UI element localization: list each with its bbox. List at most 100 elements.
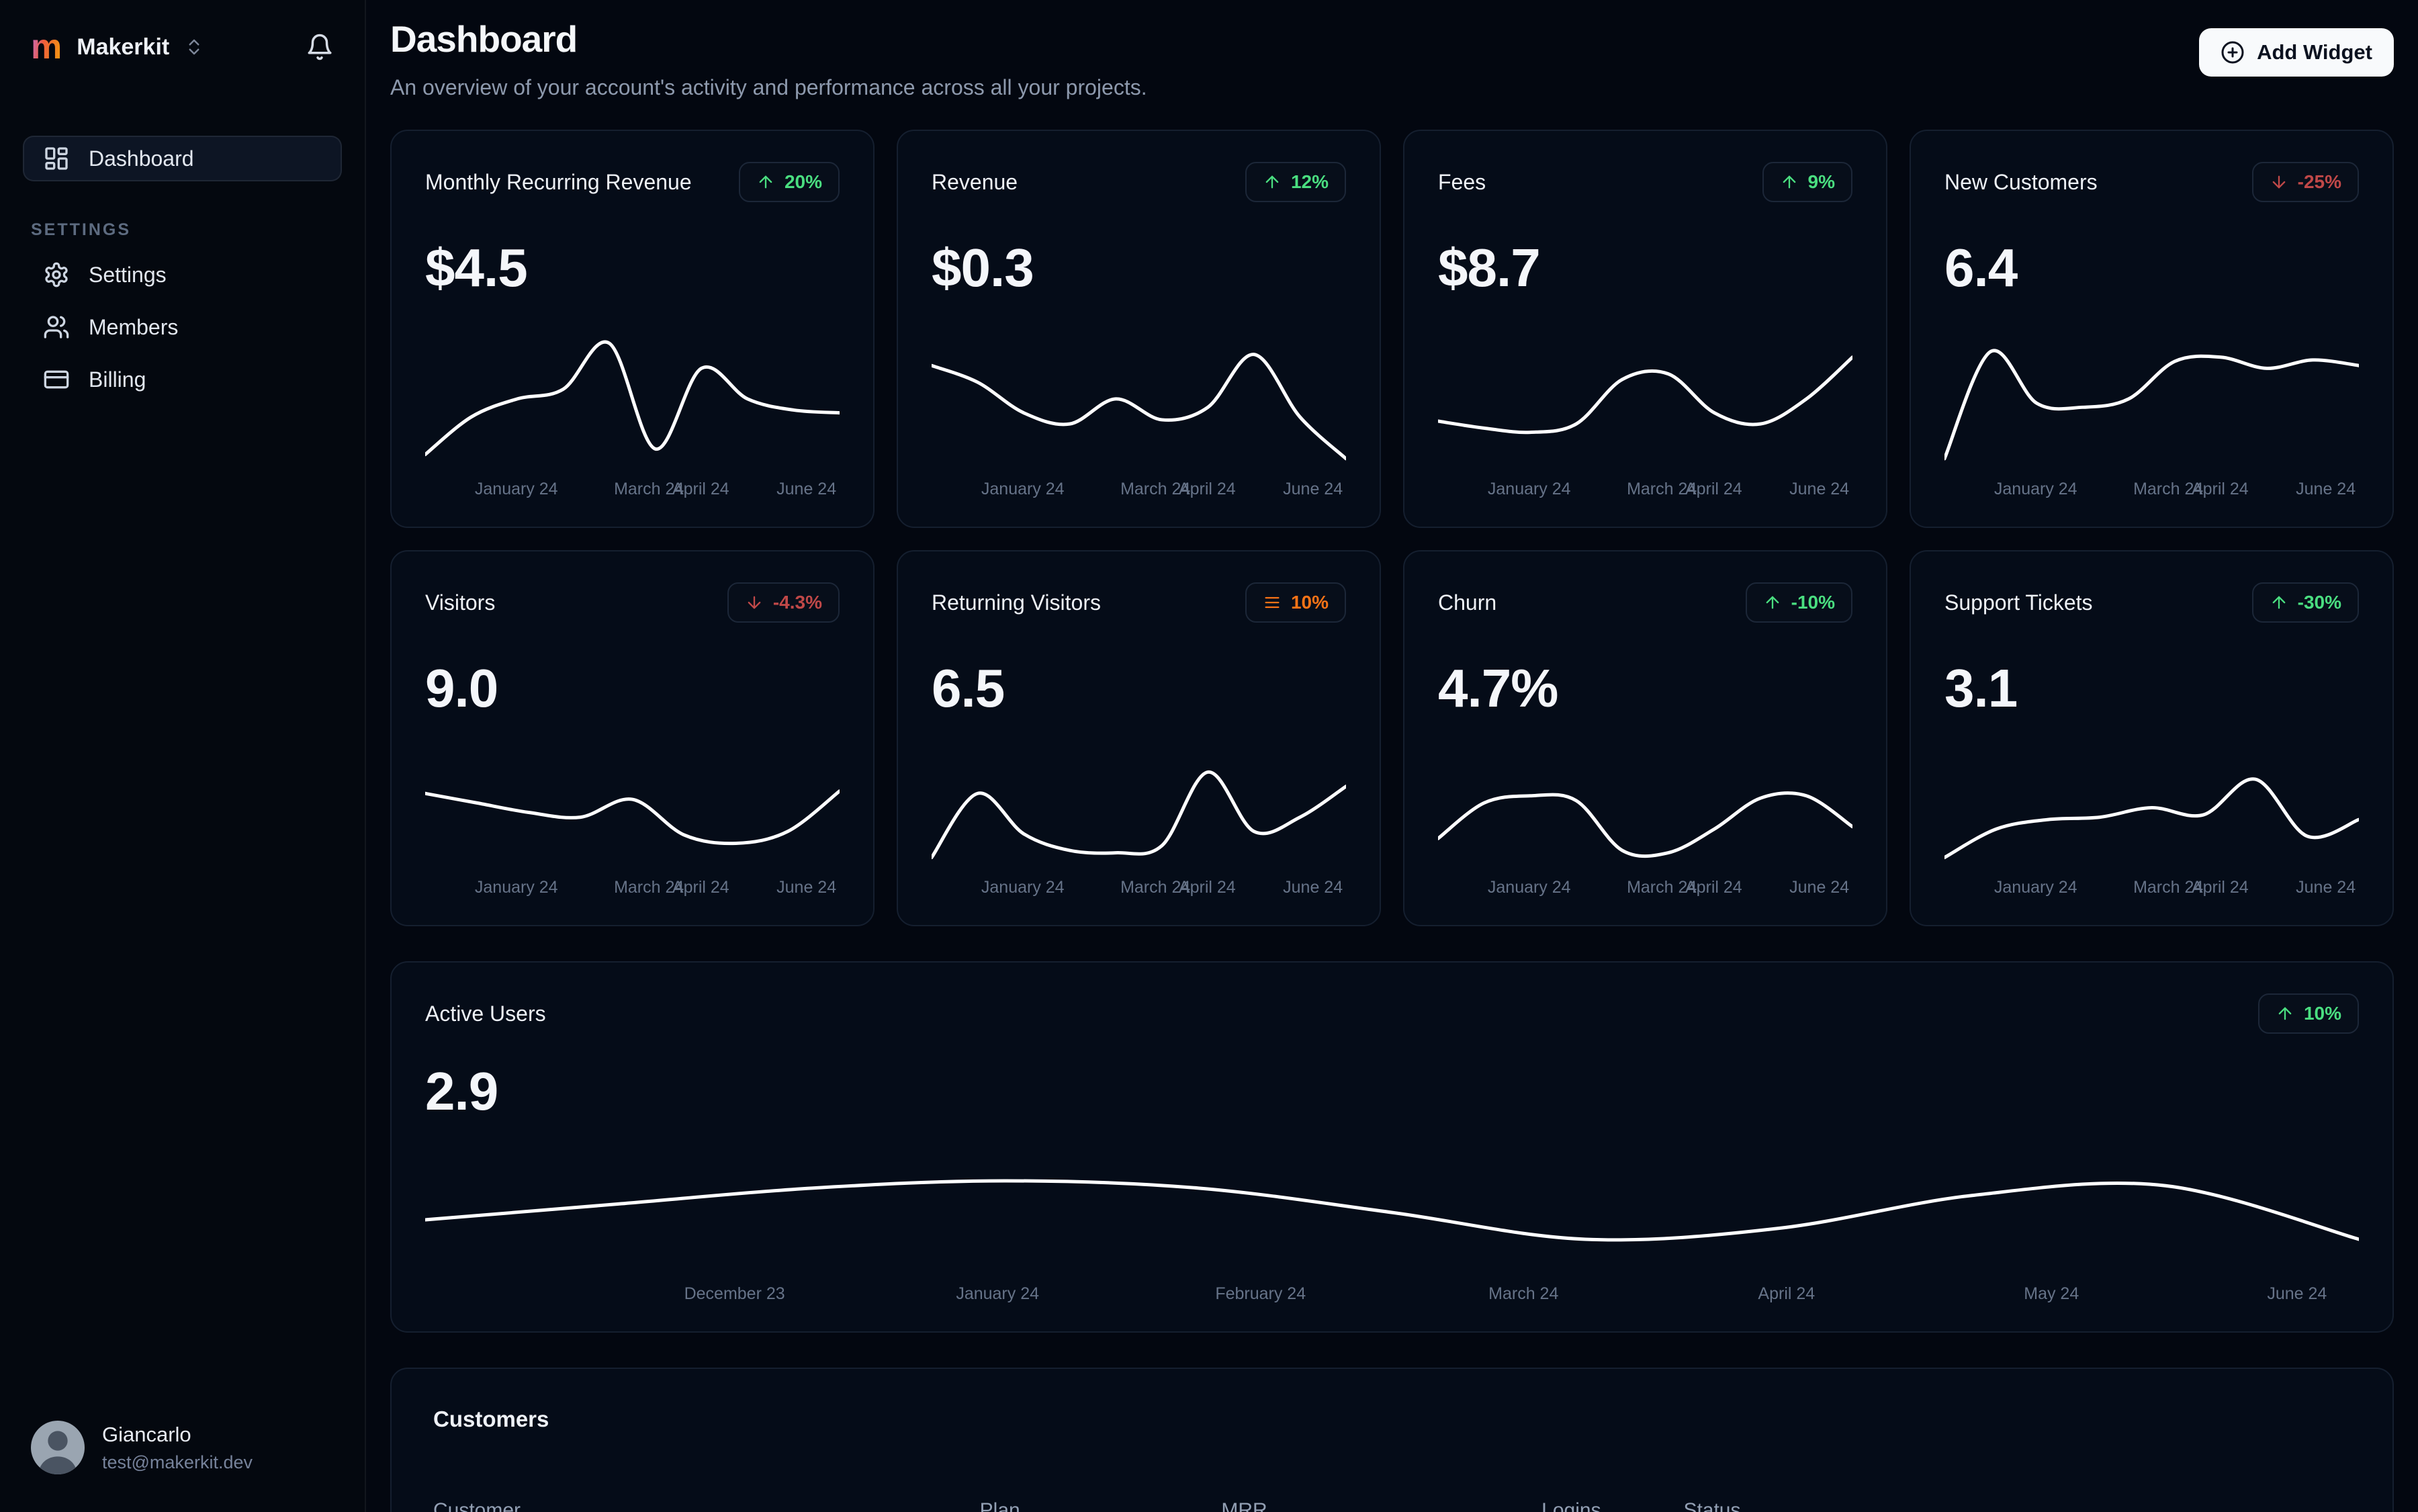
trend-badge: -25% (2251, 162, 2359, 202)
trend-value: 10% (1290, 592, 1329, 613)
workspace-name: Makerkit (77, 34, 170, 60)
x-axis-labels: January 24 March 24 April 24 June 24 (932, 480, 1346, 509)
primary-nav: Dashboard (23, 136, 342, 181)
trend-value: -25% (2297, 171, 2341, 192)
sidebar-item-dashboard[interactable]: Dashboard (23, 136, 342, 181)
x-axis-labels: January 24 March 24 April 24 June 24 (425, 480, 840, 509)
sidebar-item-label: Members (89, 314, 179, 339)
trend-value: 20% (784, 171, 822, 192)
x-tick-label: June 24 (776, 480, 837, 498)
x-tick-label: April 24 (1685, 878, 1742, 897)
bars-icon (1263, 593, 1282, 612)
workspace-selector[interactable]: m Makerkit (31, 30, 204, 64)
x-tick-label: June 24 (776, 878, 837, 897)
dashboard-icon (43, 145, 70, 172)
metric-value: 9.0 (425, 658, 498, 718)
metric-value: $8.7 (1438, 238, 1541, 298)
sidebar-item-label: Settings (89, 262, 167, 287)
trend-badge: 10% (2257, 993, 2359, 1034)
sparkline-chart: January 24 March 24 April 24 June 24 (1438, 740, 1852, 907)
chevrons-up-down-icon (184, 37, 204, 57)
sparkline-chart: January 24 March 24 April 24 June 24 (932, 740, 1346, 907)
credit-card-icon (43, 366, 70, 393)
widgets-grid: Monthly Recurring Revenue 20% $4.5 Janua… (390, 130, 2394, 926)
arrow-up-icon (1263, 173, 1282, 191)
add-widget-label: Add Widget (2257, 40, 2372, 64)
metric-card: Monthly Recurring Revenue 20% $4.5 Janua… (390, 130, 875, 528)
sidebar-item-label: Billing (89, 367, 146, 392)
metric-card: Support Tickets -30% 3.1 January 24 March… (1910, 550, 2394, 926)
active-users-panel: Active Users 10% 2.9 December 23 January … (390, 961, 2394, 1333)
users-icon (43, 314, 70, 341)
metric-title: Churn (1438, 590, 1497, 615)
metric-card: Revenue 12% $0.3 January 24 March 24 April… (897, 130, 1381, 528)
sidebar-item-members[interactable]: Members (23, 304, 342, 350)
metric-card: New Customers -25% 6.4 January 24 March 2… (1910, 130, 2394, 528)
x-tick-label: April 24 (1685, 480, 1742, 498)
column-header-plan: Plan (979, 1499, 1020, 1512)
metric-value: 2.9 (425, 1061, 498, 1121)
arrow-down-icon (2270, 173, 2288, 191)
trend-badge: 10% (1245, 582, 1346, 623)
user-name: Giancarlo (102, 1422, 191, 1446)
arrow-up-icon (1763, 593, 1782, 612)
metric-card: Visitors -4.3% 9.0 January 24 March 24 Apr… (390, 550, 875, 926)
x-axis-labels: January 24 March 24 April 24 June 24 (1944, 878, 2359, 907)
x-tick-label: June 24 (1283, 480, 1343, 498)
page-title: Dashboard (390, 18, 578, 60)
x-axis-labels: January 24 March 24 April 24 June 24 (425, 878, 840, 907)
metric-card: Churn -10% 4.7% January 24 March 24 April … (1403, 550, 1887, 926)
settings-section-label: SETTINGS (31, 220, 132, 239)
metric-title: Fees (1438, 169, 1486, 194)
metric-value: 6.5 (932, 658, 1005, 718)
notifications-bell-icon[interactable] (306, 33, 334, 61)
makerkit-logo-icon: m (31, 28, 62, 66)
x-axis-labels: January 24 March 24 April 24 June 24 (1438, 878, 1852, 907)
plus-circle-icon (2221, 40, 2245, 64)
x-axis-labels: January 24 March 24 April 24 June 24 (1438, 480, 1852, 509)
x-tick-label: January 24 (474, 878, 558, 897)
column-header-mrr: MRR (1221, 1499, 1267, 1512)
user-menu[interactable]: Giancarlo test@makerkit.dev (23, 1421, 342, 1474)
column-header-logins: Logins (1541, 1499, 1601, 1512)
metric-title: Revenue (932, 169, 1018, 194)
user-email: test@makerkit.dev (102, 1452, 253, 1472)
trend-badge: 20% (738, 162, 840, 202)
sidebar-top: m Makerkit (23, 20, 342, 71)
x-tick-label: January 24 (1487, 480, 1571, 498)
trend-value: -4.3% (772, 592, 822, 613)
metric-card: Returning Visitors 10% 6.5 January 24 Mar… (897, 550, 1381, 926)
arrow-up-icon (1780, 173, 1799, 191)
settings-nav: Settings Members Billing (23, 252, 342, 402)
arrow-down-icon (745, 593, 764, 612)
sidebar: m Makerkit Dashboard SETTINGS Settings Me… (0, 0, 366, 1512)
metric-value: 4.7% (1438, 658, 1558, 718)
x-tick-label: January 24 (981, 878, 1065, 897)
trend-value: 12% (1290, 171, 1329, 192)
column-header-customer: Customer (433, 1499, 521, 1512)
metric-title: New Customers (1944, 169, 2098, 194)
trend-value: 10% (2303, 1003, 2341, 1024)
trend-value: 9% (1807, 171, 1835, 192)
x-tick-label: January 24 (956, 1284, 1040, 1303)
x-tick-label: April 24 (672, 878, 729, 897)
sidebar-item-billing[interactable]: Billing (23, 357, 342, 402)
x-tick-label: January 24 (1994, 878, 2077, 897)
x-tick-label: March 24 (1488, 1284, 1559, 1303)
add-widget-button[interactable]: Add Widget (2199, 28, 2394, 77)
x-tick-label: April 24 (1758, 1284, 1816, 1303)
sidebar-item-settings[interactable]: Settings (23, 252, 342, 298)
x-tick-label: June 24 (1789, 878, 1850, 897)
main-content: Dashboard An overview of your account's … (366, 0, 2418, 1512)
x-tick-label: January 24 (1487, 878, 1571, 897)
trend-badge: 9% (1762, 162, 1852, 202)
gear-icon (43, 261, 70, 288)
metric-title: Monthly Recurring Revenue (425, 169, 692, 194)
metric-value: 6.4 (1944, 238, 2018, 298)
x-tick-label: April 24 (2191, 480, 2249, 498)
x-tick-label: May 24 (2024, 1284, 2079, 1303)
trend-badge: 12% (1245, 162, 1346, 202)
x-axis-labels: January 24 March 24 April 24 June 24 (1944, 480, 2359, 509)
customers-title: Customers (433, 1407, 549, 1431)
metric-title: Active Users (425, 1001, 546, 1026)
